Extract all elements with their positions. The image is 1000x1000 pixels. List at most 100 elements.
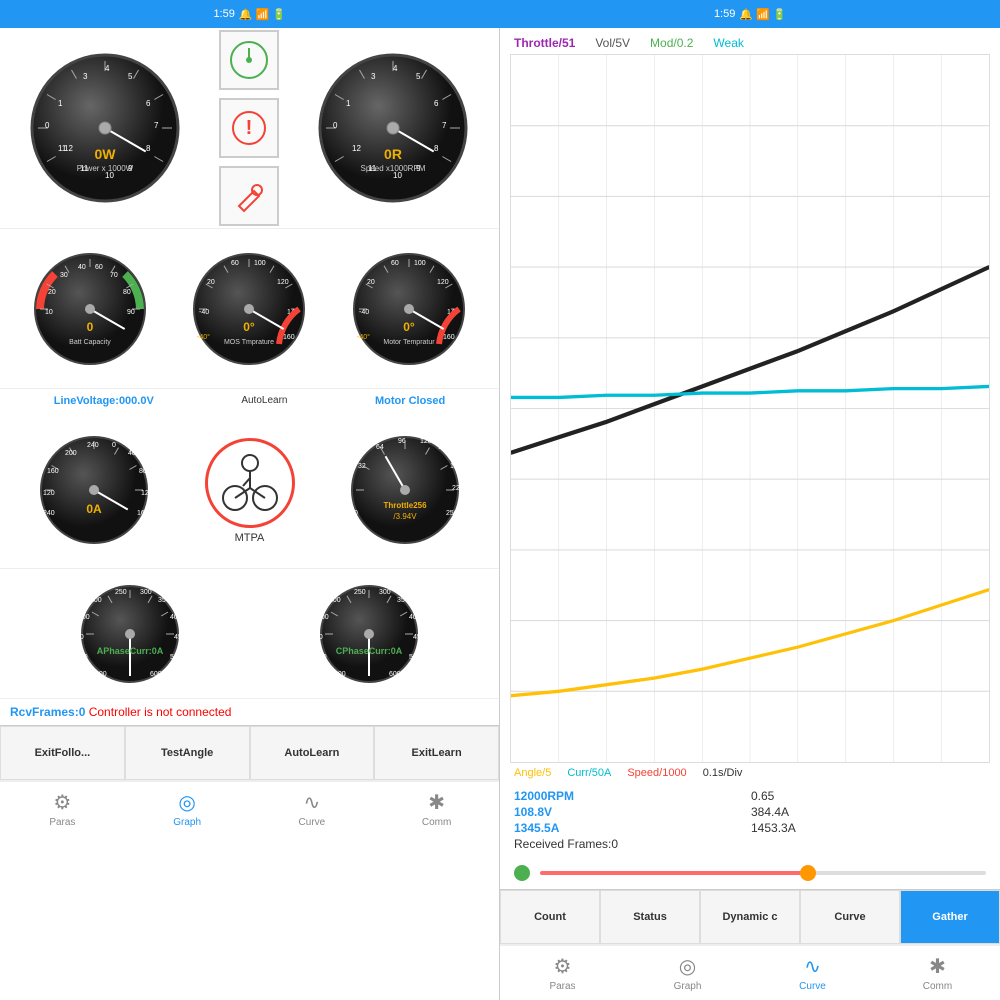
svg-text:224: 224 — [452, 485, 463, 492]
svg-text:7: 7 — [154, 121, 159, 130]
power-gauge-container: 1 0 11 3 4 5 6 7 8 9 10 11 12 0W Power x… — [28, 51, 183, 206]
exit-learn-button[interactable]: ExitLearn — [374, 726, 499, 780]
nav-curve-left[interactable]: ∿ Curve — [250, 782, 375, 836]
power-gauge: 1 0 11 3 4 5 6 7 8 9 10 11 12 0W Power x… — [28, 51, 183, 206]
chart-labels-bottom: Angle/5 Curr/50A Speed/1000 0.1s/Div — [500, 763, 1000, 783]
svg-text:160: 160 — [137, 510, 149, 517]
svg-text:-40: -40 — [359, 309, 369, 316]
bicycle-icon — [215, 448, 285, 518]
svg-text:160: 160 — [47, 468, 59, 475]
svg-text:160: 160 — [283, 334, 295, 341]
nav-comm-left[interactable]: ✱ Comm — [374, 782, 499, 836]
svg-text:8: 8 — [434, 144, 439, 153]
main-content: 1 0 11 3 4 5 6 7 8 9 10 11 12 0W Power x… — [0, 28, 1000, 1000]
svg-text:0: 0 — [354, 510, 358, 517]
svg-text:Power x 1000W: Power x 1000W — [77, 164, 134, 173]
current1-stat: 384.4A — [751, 805, 986, 819]
mid-gauges-row: 10 20 30 40 60 70 80 90 0 Batt Capacity — [0, 228, 499, 388]
svg-text:0R: 0R — [384, 146, 402, 162]
svg-text:60: 60 — [95, 264, 103, 271]
nav-paras-right[interactable]: ⚙ Paras — [500, 946, 625, 1000]
line-voltage: LineVoltage:000.0V — [54, 395, 154, 407]
nav-curve-right[interactable]: ∿ Curve — [750, 946, 875, 1000]
svg-text:-40°: -40° — [197, 333, 210, 341]
svg-text:400: 400 — [170, 614, 182, 621]
wrench-icon — [229, 176, 269, 216]
nav-graph-right[interactable]: ◎ Graph — [625, 946, 750, 1000]
svg-text:192: 192 — [450, 463, 462, 470]
slider-row — [500, 857, 1000, 889]
svg-text:600: 600 — [95, 671, 107, 678]
status-bar-right: 1:59 🔔 📶 🔋 — [501, 8, 1000, 21]
curr-label: Curr/50A — [567, 767, 611, 779]
svg-text:40: 40 — [128, 450, 136, 457]
stats-section: 12000RPM 0.65 108.8V 384.4A 1345.5A 1453… — [500, 783, 1000, 857]
gear-icon-left: ⚙ — [53, 790, 71, 815]
icons-column: ! — [219, 30, 279, 226]
svg-text:100: 100 — [78, 614, 90, 621]
svg-text:50: 50 — [76, 634, 84, 641]
svg-text:550: 550 — [315, 654, 327, 661]
svg-text:200: 200 — [329, 597, 341, 604]
svg-text:500: 500 — [170, 654, 182, 661]
exit-follow-button[interactable]: ExitFollo... — [0, 726, 125, 780]
svg-text:MOS Tmprature: MOS Tmprature — [224, 339, 274, 346]
svg-text:450: 450 — [174, 634, 186, 641]
nav-comm-right[interactable]: ✱ Comm — [875, 946, 1000, 1000]
svg-text:600: 600 — [334, 671, 346, 678]
svg-text:4: 4 — [393, 64, 398, 73]
status-icons-left: 🔔 📶 🔋 — [239, 8, 286, 21]
slider-orange-dot[interactable] — [800, 865, 816, 881]
gather-tab[interactable]: Gather — [900, 890, 1000, 944]
warning-icon: ! — [229, 108, 269, 148]
current-gauge: 120 160 200 240 0 40 80 120 160 240 0A — [37, 433, 152, 548]
info-row: LineVoltage:000.0V AutoLearn Motor Close… — [0, 388, 499, 413]
svg-text:500: 500 — [409, 654, 421, 661]
svg-text:0°: 0° — [244, 320, 256, 334]
speedometer-icon — [229, 40, 269, 80]
svg-text:12: 12 — [352, 144, 361, 153]
svg-text:350: 350 — [397, 597, 409, 604]
svg-text:0: 0 — [45, 121, 50, 130]
svg-text:20: 20 — [48, 289, 56, 296]
svg-text:1: 1 — [346, 99, 351, 108]
slider-track[interactable] — [540, 871, 986, 875]
chart-svg — [511, 55, 989, 762]
throttle-gauge-container: 32 64 96 128 160 192 224 256 0 Throttle2… — [348, 433, 463, 548]
nav-curve-label-right: Curve — [799, 981, 826, 992]
mos-temp-container: -40 20 60 100 120 140 160 -40° 0° MOS Tm… — [189, 249, 309, 369]
current2-stat: 1345.5A — [514, 821, 749, 835]
batt-capacity-container: 10 20 30 40 60 70 80 90 0 Batt Capacity — [30, 249, 150, 369]
test-angle-button[interactable]: TestAngle — [125, 726, 250, 780]
svg-text:!: ! — [246, 117, 253, 139]
svg-text:32: 32 — [358, 463, 366, 470]
svg-text:250: 250 — [115, 589, 127, 596]
slider-green-dot[interactable] — [514, 865, 530, 881]
count-tab[interactable]: Count — [500, 890, 600, 944]
rpm-stat: 12000RPM — [514, 789, 749, 803]
auto-learn-button[interactable]: AutoLearn — [250, 726, 375, 780]
motor-temp-container: -40 20 60 100 120 140 160 -40° 0° Motor … — [349, 249, 469, 369]
status-tab[interactable]: Status — [600, 890, 700, 944]
action-buttons: ExitFollo... TestAngle AutoLearn ExitLea… — [0, 725, 499, 780]
vol-label: Vol/5V — [595, 36, 630, 50]
svg-text:4: 4 — [105, 64, 110, 73]
graph-icon-left: ◎ — [178, 790, 195, 815]
nav-curve-label-left: Curve — [299, 817, 326, 828]
nav-graph-left[interactable]: ◎ Graph — [125, 782, 250, 836]
svg-text:100: 100 — [414, 260, 426, 267]
svg-text:7: 7 — [442, 121, 447, 130]
speedometer-icon-box — [219, 30, 279, 90]
speed-gauge: 1 0 3 4 5 6 7 8 9 10 11 12 0R Speed x100… — [316, 51, 471, 206]
svg-text:Motor Tempratur: Motor Tempratur — [384, 339, 436, 346]
curve-tab[interactable]: Curve — [800, 890, 900, 944]
svg-text:90: 90 — [127, 309, 135, 316]
svg-text:APhaseCurr:0A: APhaseCurr:0A — [96, 646, 163, 656]
dynamic-tab[interactable]: Dynamic c — [700, 890, 800, 944]
svg-text:CPhaseCurr:0A: CPhaseCurr:0A — [336, 646, 403, 656]
nav-paras-left[interactable]: ⚙ Paras — [0, 782, 125, 836]
svg-text:160: 160 — [443, 334, 455, 341]
speed-label: Speed/1000 — [627, 767, 686, 779]
nav-comm-label-left: Comm — [422, 817, 451, 828]
svg-text:0: 0 — [333, 121, 338, 130]
